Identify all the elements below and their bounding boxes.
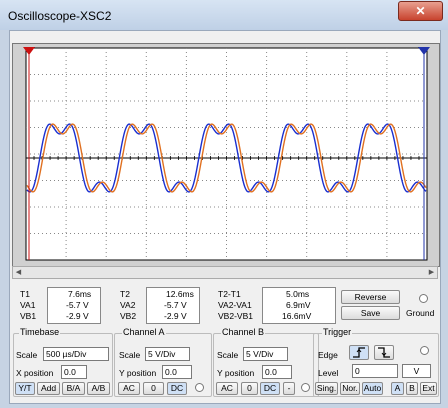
ground-radio[interactable] <box>419 294 428 303</box>
scroll-right-icon[interactable]: ▶ <box>426 267 437 278</box>
delta-time: 5.0ms <box>286 289 310 299</box>
channel-a-title: Channel A <box>122 327 166 337</box>
timebase-title: Timebase <box>19 327 61 337</box>
va1-label: VA1 <box>20 300 36 310</box>
trigger-source-a-button[interactable]: A <box>391 382 404 395</box>
vb2-value: -2.9 V <box>164 311 187 321</box>
trigger-single-button[interactable]: Sing. <box>315 382 338 395</box>
channel-b-scale-field[interactable]: 5 V/Div <box>243 347 288 361</box>
channel-b-invert-button[interactable]: - <box>283 382 295 395</box>
vb1-label: VB1 <box>20 311 37 321</box>
x-position-label: X position <box>16 368 54 378</box>
channel-b-ypos-field[interactable]: 0.0 <box>262 365 292 379</box>
delta-label: T2-T1 <box>218 289 241 299</box>
va1-value: -5.7 V <box>66 300 89 310</box>
timebase-scale-field[interactable]: 500 µs/Div <box>43 347 109 361</box>
title-bar[interactable]: Oscilloscope-XSC2 ✕ <box>0 0 448 30</box>
channel-b-radio[interactable] <box>301 383 310 392</box>
save-button[interactable]: Save <box>341 306 400 320</box>
trigger-source-ext-button[interactable]: Ext <box>420 382 437 395</box>
mode-ab-button[interactable]: A/B <box>87 382 110 395</box>
channel-b-title: Channel B <box>221 327 266 337</box>
level-unit-field[interactable]: V <box>402 364 431 378</box>
channel-b-dc-button[interactable]: DC <box>260 382 280 395</box>
trigger-title: Trigger <box>322 327 353 337</box>
delta-va-value: 6.9mV <box>286 300 311 310</box>
mode-add-button[interactable]: Add <box>37 382 60 395</box>
channel-b-ac-button[interactable]: AC <box>216 382 238 395</box>
delta-vb-label: VB2-VB1 <box>218 311 253 321</box>
va2-label: VA2 <box>120 300 136 310</box>
trigger-source-b-button[interactable]: B <box>406 382 418 395</box>
t1-label: T1 <box>20 289 30 299</box>
channel-a-zero-button[interactable]: 0 <box>143 382 164 395</box>
vb1-value: -2.9 V <box>66 311 89 321</box>
channel-a-ac-button[interactable]: AC <box>118 382 140 395</box>
channel-a-ypos-field[interactable]: 0.0 <box>162 365 192 379</box>
delta-va-label: VA2-VA1 <box>218 300 252 310</box>
channel-b-scale-label: Scale <box>217 350 239 360</box>
horizontal-scrollbar[interactable]: ◀ ▶ <box>12 266 438 279</box>
oscilloscope-window: Oscilloscope-XSC2 ✕ ◀ ▶ T1 VA1 VB1 7.6ms… <box>0 0 448 408</box>
x-position-field[interactable]: 0.0 <box>61 365 87 379</box>
channel-b-ypos-label: Y position <box>217 368 255 378</box>
channel-a-dc-button[interactable]: DC <box>167 382 187 395</box>
trigger-auto-button[interactable]: Auto <box>362 382 383 395</box>
scope-screen <box>12 43 440 267</box>
scroll-left-icon[interactable]: ◀ <box>13 267 24 278</box>
ground-label: Ground <box>406 308 435 318</box>
mode-yt-button[interactable]: Y/T <box>15 382 35 395</box>
channel-a-scale-label: Scale <box>119 350 141 360</box>
falling-edge-icon[interactable] <box>374 345 394 360</box>
trigger-radio[interactable] <box>420 346 429 355</box>
vb2-label: VB2 <box>120 311 137 321</box>
t2-label: T2 <box>120 289 130 299</box>
trigger-normal-button[interactable]: Nor. <box>340 382 360 395</box>
channel-a-scale-field[interactable]: 5 V/Div <box>145 347 190 361</box>
level-field[interactable]: 0 <box>352 364 398 378</box>
va2-value: -5.7 V <box>164 300 187 310</box>
delta-vb-value: 16.6mV <box>282 311 312 321</box>
mode-ba-button[interactable]: B/A <box>62 382 85 395</box>
timebase-scale-label: Scale <box>16 350 38 360</box>
channel-a-radio[interactable] <box>195 383 204 392</box>
edge-label: Edge <box>318 350 338 360</box>
window-title: Oscilloscope-XSC2 <box>8 9 112 23</box>
t2-time: 12.6ms <box>166 289 194 299</box>
close-button[interactable]: ✕ <box>398 1 443 21</box>
reverse-button[interactable]: Reverse <box>341 290 400 304</box>
level-label: Level <box>318 368 339 378</box>
channel-b-zero-button[interactable]: 0 <box>241 382 258 395</box>
channel-a-ypos-label: Y position <box>119 368 157 378</box>
rising-edge-icon[interactable] <box>349 345 369 360</box>
t1-time: 7.6ms <box>68 289 92 299</box>
